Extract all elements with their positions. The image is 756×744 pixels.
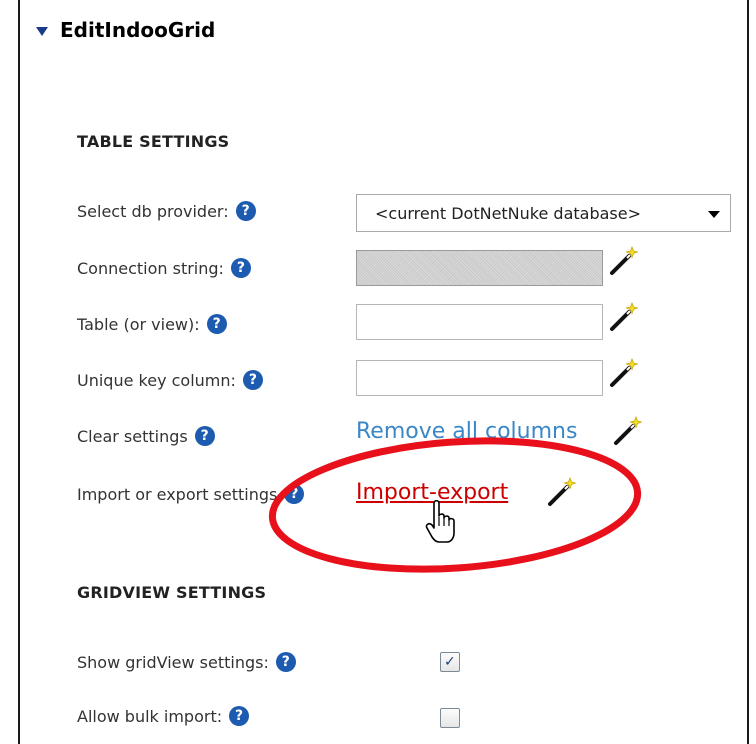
connection-string-label: Connection string: ? bbox=[77, 258, 251, 278]
db-provider-selected-value: <current DotNetNuke database> bbox=[375, 203, 641, 223]
wand-icon[interactable] bbox=[608, 246, 638, 276]
import-export-link[interactable]: Import-export bbox=[356, 480, 508, 505]
connection-string-label-text: Connection string: bbox=[77, 258, 224, 278]
wand-icon[interactable] bbox=[612, 416, 642, 446]
clear-settings-label: Clear settings ? bbox=[77, 426, 215, 446]
import-export-label-text: Import or export settings bbox=[77, 484, 278, 504]
table-view-label-text: Table (or view): bbox=[77, 314, 200, 334]
show-gridview-checkbox[interactable]: ✓ bbox=[440, 652, 460, 672]
db-provider-label: Select db provider: ? bbox=[77, 201, 256, 221]
chevron-down-icon[interactable] bbox=[708, 211, 720, 218]
unique-key-label: Unique key column: ? bbox=[77, 370, 263, 390]
table-view-input[interactable] bbox=[356, 304, 603, 340]
show-gridview-label-text: Show gridView settings: bbox=[77, 652, 269, 672]
import-export-label: Import or export settings ? bbox=[77, 484, 305, 504]
question-icon[interactable]: ? bbox=[206, 314, 227, 334]
wand-icon[interactable] bbox=[608, 358, 638, 388]
clear-settings-label-text: Clear settings bbox=[77, 426, 188, 446]
module-title[interactable]: EditIndooGrid bbox=[36, 18, 215, 42]
wand-icon[interactable] bbox=[546, 477, 576, 507]
allow-bulk-import-checkbox[interactable] bbox=[440, 708, 460, 728]
module-title-text: EditIndooGrid bbox=[60, 18, 216, 42]
question-icon[interactable]: ? bbox=[284, 484, 305, 504]
question-icon[interactable]: ? bbox=[230, 258, 251, 278]
show-gridview-label: Show gridView settings: ? bbox=[77, 652, 296, 672]
question-icon[interactable]: ? bbox=[194, 426, 215, 446]
checkmark-icon: ✓ bbox=[444, 654, 456, 670]
unique-key-input[interactable] bbox=[356, 360, 603, 396]
question-icon[interactable]: ? bbox=[229, 706, 250, 726]
wand-icon[interactable] bbox=[608, 302, 638, 332]
connection-string-field bbox=[356, 250, 603, 286]
db-provider-select[interactable]: <current DotNetNuke database> bbox=[356, 194, 731, 232]
question-icon[interactable]: ? bbox=[235, 201, 256, 221]
collapse-triangle-icon[interactable] bbox=[36, 26, 48, 36]
allow-bulk-import-label-text: Allow bulk import: bbox=[77, 706, 223, 726]
db-provider-label-text: Select db provider: bbox=[77, 201, 229, 221]
table-view-label: Table (or view): ? bbox=[77, 314, 227, 334]
table-settings-heading: TABLE SETTINGS bbox=[77, 132, 230, 151]
allow-bulk-import-label: Allow bulk import: ? bbox=[77, 706, 250, 726]
question-icon[interactable]: ? bbox=[242, 370, 263, 390]
gridview-settings-heading: GRIDVIEW SETTINGS bbox=[77, 583, 267, 602]
remove-all-columns-link[interactable]: Remove all columns bbox=[356, 419, 577, 444]
question-icon[interactable]: ? bbox=[275, 652, 296, 672]
unique-key-label-text: Unique key column: bbox=[77, 370, 236, 390]
